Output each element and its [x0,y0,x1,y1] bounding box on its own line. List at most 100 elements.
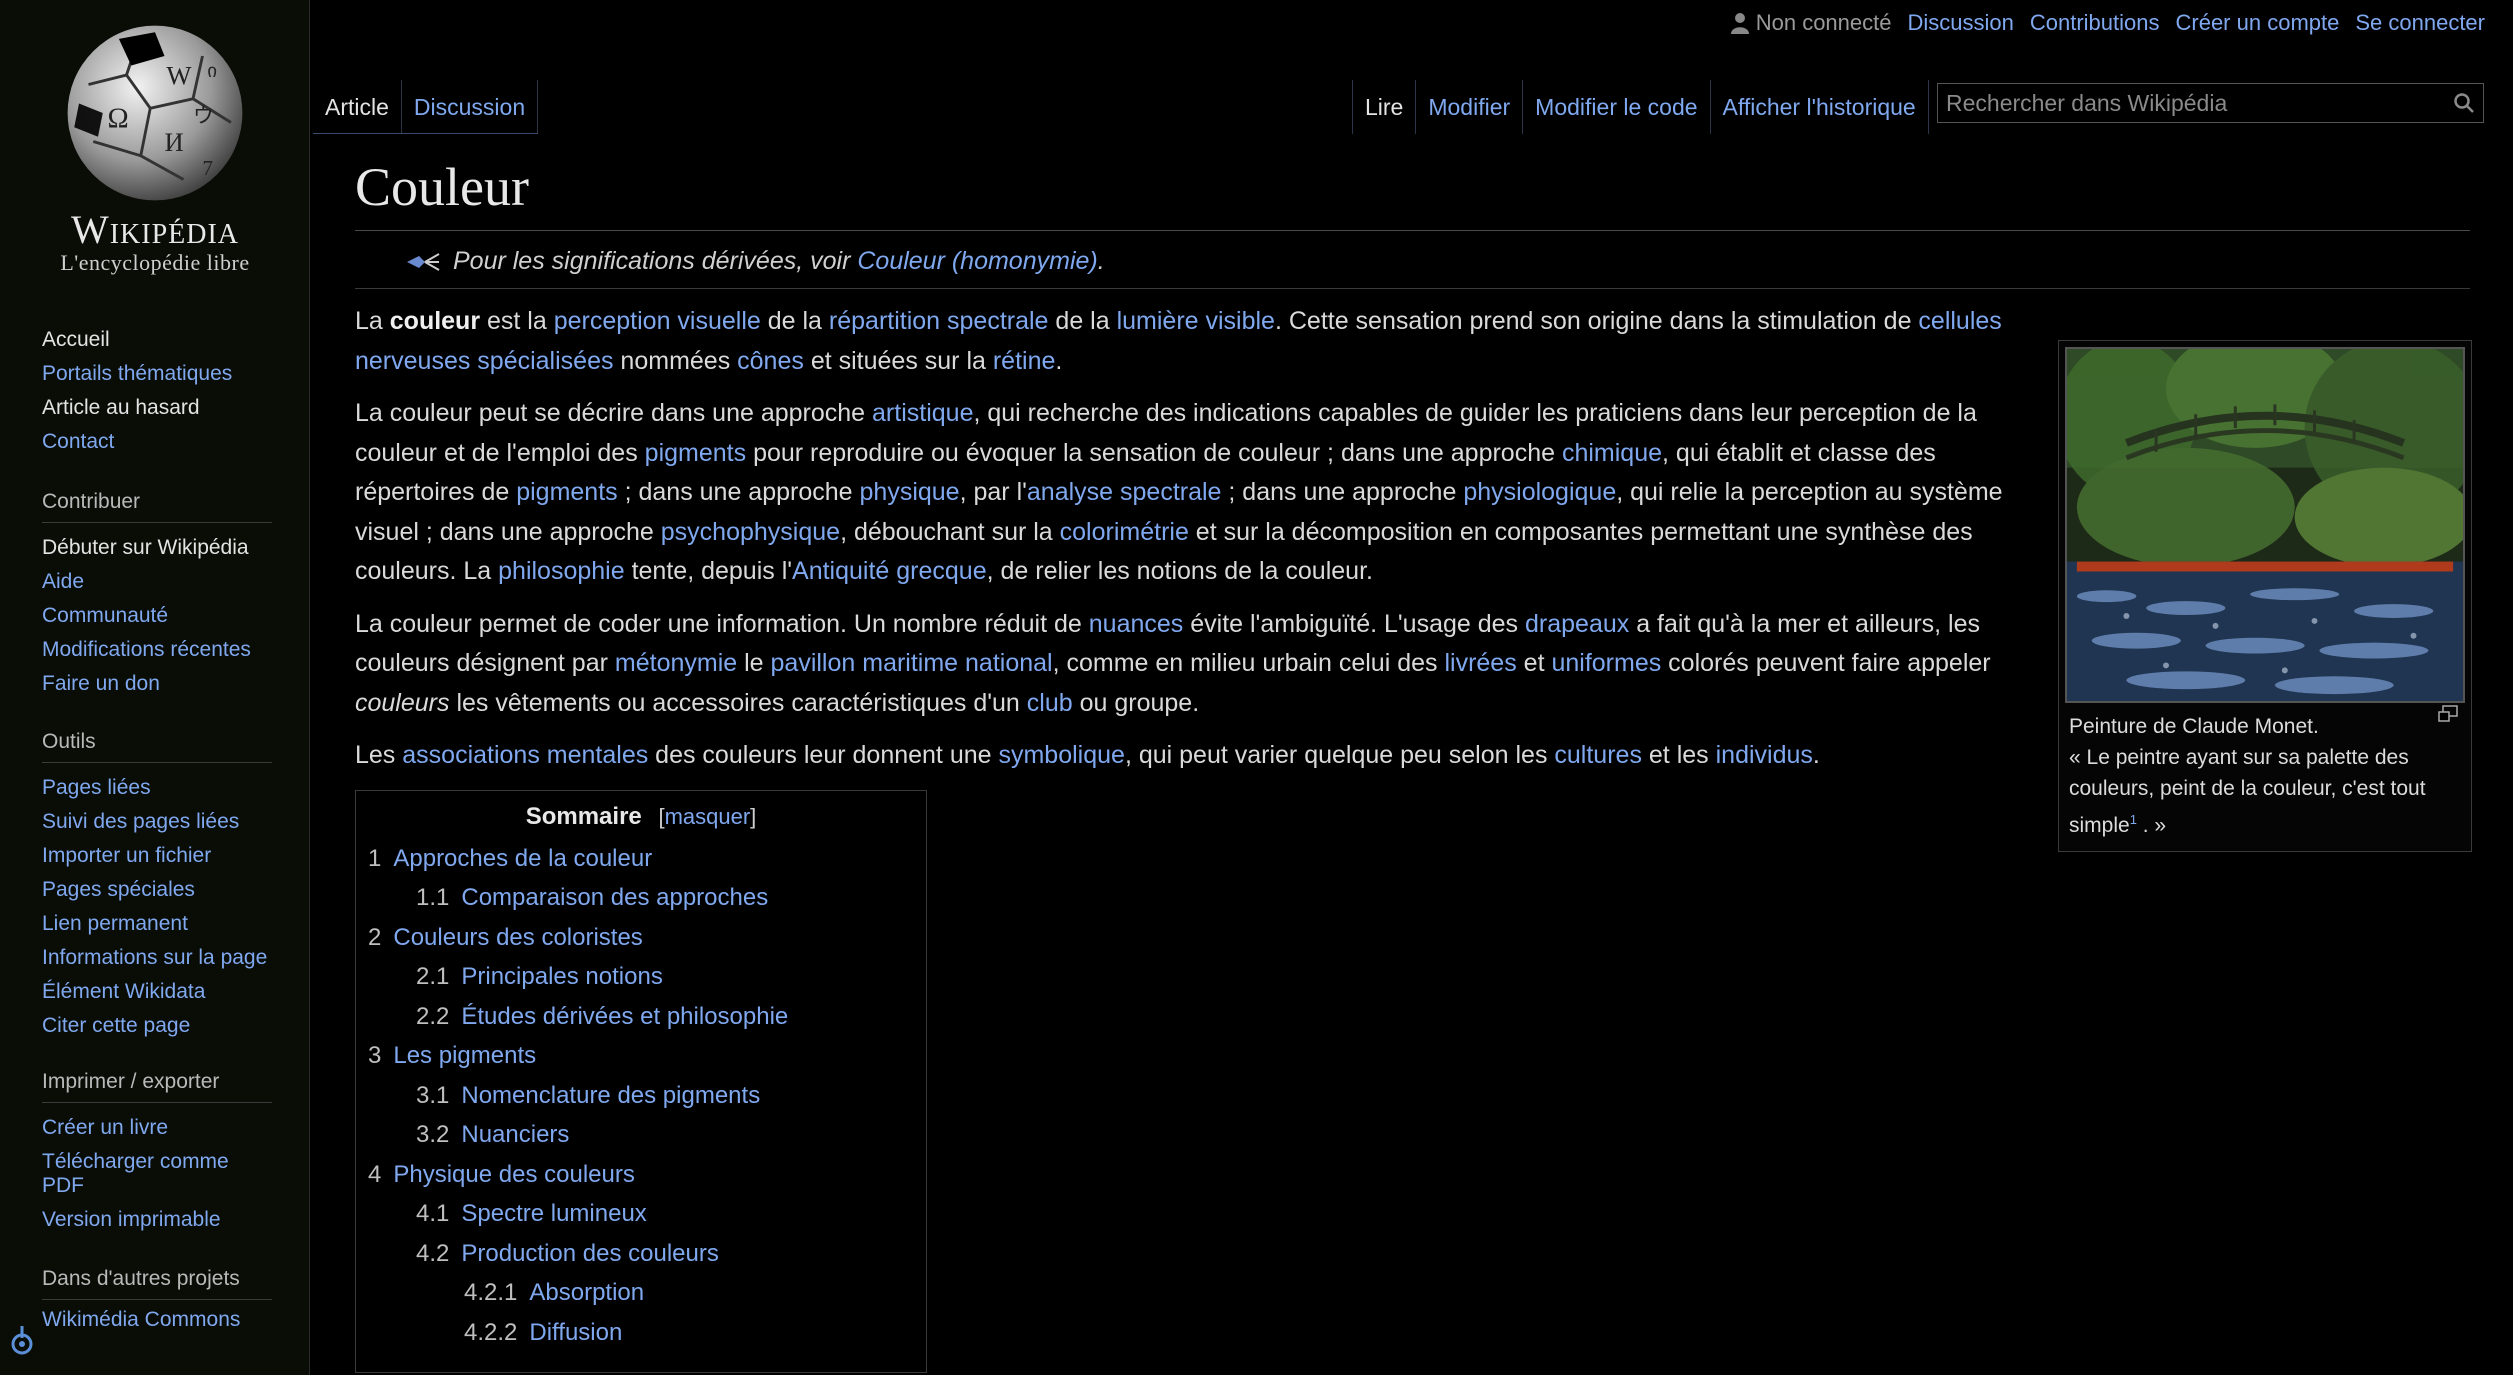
sidebar-item-modifications-recentes[interactable]: Modifications récentes [42,633,272,667]
wiki-link[interactable]: métonymie [615,649,737,677]
monet-painting-image[interactable] [2065,347,2465,703]
wiki-link[interactable]: chimique [1562,439,1662,467]
sidebar-item-label: Pages spéciales [42,878,195,901]
toc-toggle[interactable]: [masquer] [658,804,756,829]
text-run: de la [760,307,829,335]
toc-item[interactable]: 4.2.2 Diffusion [368,1313,914,1353]
sidebar-item-element-wikidata[interactable]: Élément Wikidata [42,975,272,1009]
search-input[interactable] [1946,89,2453,117]
toc-item[interactable]: 4.2.1 Absorption [368,1273,914,1313]
wiki-link[interactable]: pigments [516,478,617,506]
tab-modifier[interactable]: Modifier [1416,80,1524,134]
toc-link[interactable]: Nuanciers [461,1115,569,1155]
toc-link[interactable]: Approches de la couleur [393,839,652,879]
wikipedia-logo[interactable]: W Ω И ウ ი 7 Wikipédia L'encyclopédie lib… [30,10,280,280]
sidebar-item-lien-permanent[interactable]: Lien permanent [42,907,272,941]
toc-link[interactable]: Absorption [529,1273,644,1313]
sidebar-item-version-imprimable[interactable]: Version imprimable [42,1203,272,1237]
wiki-link[interactable]: répartition spectrale [829,307,1049,335]
toc-item[interactable]: 2.1 Principales notions [368,957,914,997]
tab-lire[interactable]: Lire [1352,80,1417,134]
wiki-link[interactable]: uniformes [1551,649,1661,677]
search-icon[interactable] [2453,92,2475,114]
toc-item[interactable]: 3.2 Nuanciers [368,1115,914,1155]
text-run: ; dans une approche [1221,478,1464,506]
sidebar-item-informations-sur-la-page[interactable]: Informations sur la page [42,941,272,975]
sidebar-item-importer-un-fichier[interactable]: Importer un fichier [42,839,272,873]
toc-link[interactable]: Physique des couleurs [393,1155,634,1195]
sidebar-item-label: Wikimédia Commons [42,1308,241,1331]
wiki-link[interactable]: colorimétrie [1060,518,1189,546]
toc-toggle-label[interactable]: masquer [665,804,751,829]
toc-link[interactable]: Couleurs des coloristes [393,918,642,958]
toc-item[interactable]: 4.2 Production des couleurs [368,1234,914,1274]
sidebar-item-pages-liees[interactable]: Pages liées [42,771,272,805]
wiki-link[interactable]: pavillon maritime national [771,649,1053,677]
tab-discussion[interactable]: Discussion [402,80,539,133]
sidebar-item-citer-cette-page[interactable]: Citer cette page [42,1009,272,1043]
toc-link[interactable]: Nomenclature des pigments [461,1076,760,1116]
sidebar-item-suivi-des-pages-liees[interactable]: Suivi des pages liées [42,805,272,839]
hatnote-link[interactable]: Couleur (homonymie) [857,247,1097,275]
wiki-link[interactable]: perception visuelle [554,307,761,335]
sidebar-item-wikimedia-commons[interactable]: Wikimédia Commons [42,1308,272,1332]
toc-link[interactable]: Études dérivées et philosophie [461,997,788,1037]
toc-link[interactable]: Comparaison des approches [461,878,768,918]
wiki-link[interactable]: associations mentales [402,741,648,769]
enlarge-icon[interactable] [2437,705,2459,723]
wiki-link[interactable]: cultures [1554,741,1642,769]
wiki-link[interactable]: pigments [645,439,746,467]
wiki-link[interactable]: lumière visible [1117,307,1275,335]
toc-item[interactable]: 2 Couleurs des coloristes [368,918,914,958]
wiki-link[interactable]: drapeaux [1525,610,1629,638]
wiki-link[interactable]: livrées [1444,649,1516,677]
wiki-link[interactable]: individus [1716,741,1813,769]
toc-link[interactable]: Spectre lumineux [461,1194,646,1234]
wiki-link[interactable]: rétine [993,347,1056,375]
toc-item[interactable]: 4 Physique des couleurs [368,1155,914,1195]
wiki-link[interactable]: club [1027,689,1073,717]
contributions-link[interactable]: Contributions [2030,10,2160,36]
toc-item[interactable]: 1.1 Comparaison des approches [368,878,914,918]
sidebar-item-article-au-hasard[interactable]: Article au hasard [42,391,272,425]
tab-historique[interactable]: Afficher l'historique [1711,80,1929,134]
tab-article[interactable]: Article [313,80,402,133]
toc-item[interactable]: 3.1 Nomenclature des pigments [368,1076,914,1116]
wiki-link[interactable]: cônes [737,347,804,375]
sidebar-item-debuter-sur-wikipedia[interactable]: Débuter sur Wikipédia [42,531,272,565]
toc-number: 4.2 [416,1239,450,1267]
wiki-link[interactable]: nuances [1089,610,1184,638]
wiki-link[interactable]: analyse spectrale [1027,478,1222,506]
toc-item[interactable]: 1 Approches de la couleur [368,839,914,879]
toc-item[interactable]: 4.1 Spectre lumineux [368,1194,914,1234]
wiki-link[interactable]: physiologique [1463,478,1616,506]
sidebar-item-label: Citer cette page [42,1014,191,1037]
wiki-link[interactable]: artistique [872,399,973,427]
toc-item[interactable]: 2.2 Études dérivées et philosophie [368,997,914,1037]
sidebar-item-telecharger-comme-pdf[interactable]: Télécharger comme PDF [42,1145,272,1203]
wiki-link[interactable]: physique [860,478,960,506]
login-link[interactable]: Se connecter [2355,10,2485,36]
toc-link[interactable]: Les pigments [393,1036,536,1076]
sidebar-item-contact[interactable]: Contact [42,425,272,459]
sidebar-item-accueil[interactable]: Accueil [42,323,272,357]
tab-modifier-code[interactable]: Modifier le code [1523,80,1711,134]
reference-1[interactable]: 1 [2130,812,2137,827]
sidebar-item-label: Suivi des pages liées [42,810,240,833]
wiki-link[interactable]: symbolique [998,741,1124,769]
wiki-link[interactable]: psychophysique [661,518,840,546]
sidebar-item-pages-speciales[interactable]: Pages spéciales [42,873,272,907]
toc-link[interactable]: Diffusion [529,1313,622,1353]
user-discussion-link[interactable]: Discussion [1907,10,2013,36]
toc-item[interactable]: 3 Les pigments [368,1036,914,1076]
sidebar-item-aide[interactable]: Aide [42,565,272,599]
sidebar-item-faire-un-don[interactable]: Faire un don [42,667,272,701]
wiki-link[interactable]: Antiquité grecque [792,557,987,585]
sidebar-item-portails-thematiques[interactable]: Portails thématiques [42,357,272,391]
toc-link[interactable]: Principales notions [461,957,662,997]
toc-link[interactable]: Production des couleurs [461,1234,718,1274]
create-account-link[interactable]: Créer un compte [2176,10,2340,36]
sidebar-item-creer-un-livre[interactable]: Créer un livre [42,1111,272,1145]
wiki-link[interactable]: philosophie [498,557,625,585]
sidebar-item-communaute[interactable]: Communauté [42,599,272,633]
